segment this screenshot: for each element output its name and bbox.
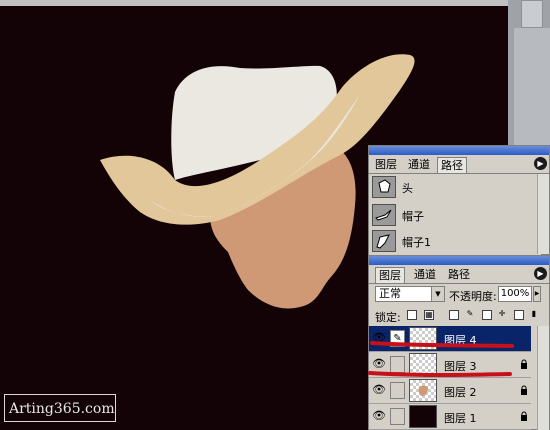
path-thumbnail xyxy=(372,230,396,252)
blend-mode-value: 正常 xyxy=(379,287,401,300)
tab-paths[interactable]: 路径 xyxy=(445,267,473,283)
blend-opacity-row: 正常 ▼ 不透明度: 100% ▶ xyxy=(369,284,541,306)
link-box[interactable] xyxy=(390,356,405,373)
paths-panel: 图层 通道 路径 ▶ 头 帽子 帽子1 xyxy=(368,145,550,255)
lock-icon xyxy=(521,411,527,421)
panel-titlebar[interactable] xyxy=(369,146,549,155)
layer-row[interactable]: 👁 图层 1 xyxy=(369,404,531,430)
blend-mode-select[interactable]: 正常 ▼ xyxy=(375,286,445,302)
link-box[interactable] xyxy=(390,408,405,425)
layer-thumbnail xyxy=(409,379,437,402)
layer-row[interactable]: 👁 图层 3 xyxy=(369,352,531,378)
layer-thumbnail xyxy=(409,353,437,376)
layer-row[interactable]: 👁 图层 2 xyxy=(369,378,531,404)
eye-icon[interactable]: 👁 xyxy=(372,384,386,396)
lock-icon xyxy=(521,385,527,395)
layers-panel: 图层 通道 路径 ▶ 正常 ▼ 不透明度: 100% ▶ 锁定: ▦ ✎ ✛ ▮… xyxy=(368,255,550,430)
tab-paths[interactable]: 路径 xyxy=(437,157,467,173)
layer-row[interactable]: 👁 ✎ 图层 4 xyxy=(369,326,531,352)
watermark-logo: Arting365.com xyxy=(4,394,116,422)
layer-thumbnail xyxy=(409,327,437,350)
chevron-down-icon: ▼ xyxy=(431,287,444,301)
path-item[interactable]: 头 xyxy=(369,174,541,201)
layer-name: 图层 4 xyxy=(444,334,477,347)
panel-titlebar[interactable] xyxy=(369,256,549,265)
opacity-label: 不透明度: xyxy=(449,290,497,303)
tab-layers[interactable]: 图层 xyxy=(375,267,405,283)
opacity-slider-arrow-icon[interactable]: ▶ xyxy=(533,286,541,302)
panel-menu-arrow-icon[interactable]: ▶ xyxy=(534,157,547,170)
lock-label: 锁定: xyxy=(375,311,401,324)
brush-icon[interactable]: ✎ xyxy=(390,330,405,347)
opacity-input[interactable]: 100% xyxy=(498,286,532,302)
path-thumbnail xyxy=(372,204,396,226)
path-thumbnail xyxy=(372,176,396,198)
eye-icon[interactable]: 👁 xyxy=(372,358,386,370)
paths-panel-tabs: 图层 通道 路径 ▶ xyxy=(369,155,549,174)
tab-layers[interactable]: 图层 xyxy=(372,157,400,173)
layer-name: 图层 2 xyxy=(444,386,477,399)
lock-position-checkbox[interactable] xyxy=(449,310,459,320)
lock-row: 锁定: ▦ ✎ ✛ ▮ xyxy=(369,305,541,327)
path-item[interactable]: 帽子1 xyxy=(369,228,541,255)
scroll-up-button[interactable] xyxy=(521,0,543,28)
eye-icon[interactable]: 👁 xyxy=(372,410,386,422)
layer-thumbnail xyxy=(409,405,437,428)
move-icon[interactable]: ✛ xyxy=(497,310,507,320)
path-name: 帽子 xyxy=(402,210,424,223)
link-box[interactable] xyxy=(390,382,405,399)
panel-menu-arrow-icon[interactable]: ▶ xyxy=(534,267,547,280)
tab-channels[interactable]: 通道 xyxy=(405,157,433,173)
layers-scrollbar[interactable] xyxy=(537,326,549,430)
eye-icon[interactable]: 👁 xyxy=(372,332,386,344)
tab-channels[interactable]: 通道 xyxy=(411,267,439,283)
lock-brush-icon[interactable]: ✎ xyxy=(465,310,475,320)
paths-scrollbar[interactable] xyxy=(537,174,549,254)
path-item[interactable]: 帽子 xyxy=(369,202,541,229)
lock-all-checkbox[interactable] xyxy=(514,310,524,320)
path-name: 头 xyxy=(402,182,413,195)
lock-icon xyxy=(521,359,527,369)
path-name: 帽子1 xyxy=(402,236,431,249)
layers-panel-tabs: 图层 通道 路径 ▶ xyxy=(369,265,549,284)
lock-transparency-checkbox[interactable] xyxy=(407,310,417,320)
lock-icon[interactable]: ▮ xyxy=(529,310,539,320)
layer-name: 图层 1 xyxy=(444,412,477,425)
layer-name: 图层 3 xyxy=(444,360,477,373)
vertical-scrollbar[interactable] xyxy=(514,28,550,148)
lock-image-checkbox[interactable]: ▦ xyxy=(424,310,434,320)
lock-move-checkbox[interactable] xyxy=(482,310,492,320)
